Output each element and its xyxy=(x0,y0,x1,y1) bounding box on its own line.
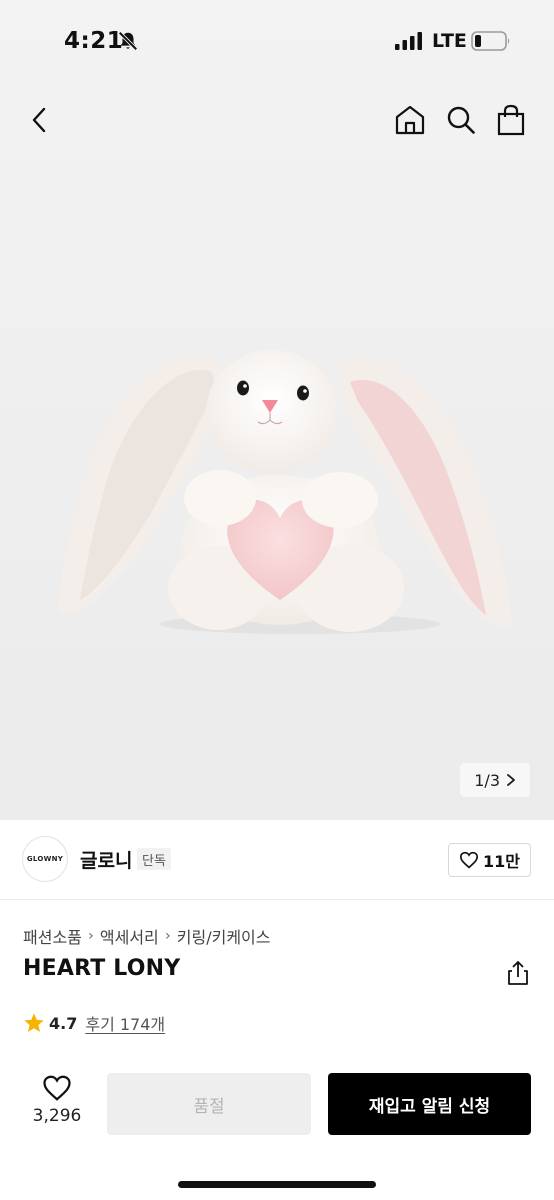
back-icon xyxy=(32,107,46,133)
search-button[interactable] xyxy=(441,100,481,140)
heart-icon xyxy=(459,851,479,869)
search-icon xyxy=(447,106,475,134)
product-image[interactable] xyxy=(40,320,520,640)
bag-icon xyxy=(497,104,525,136)
network-type: LTE xyxy=(432,30,467,52)
breadcrumb: 패션소품 › 액세서리 › 키링/키케이스 xyxy=(23,924,271,948)
restock-notify-button[interactable]: 재입고 알림 신청 xyxy=(328,1073,531,1135)
share-icon[interactable] xyxy=(506,960,530,986)
heart-icon xyxy=(43,1075,71,1101)
exclusive-badge: 단독 xyxy=(137,848,171,870)
home-icon xyxy=(395,105,425,135)
wishlist-button[interactable]: 3,296 xyxy=(26,1074,88,1126)
bottom-action-bar: 3,296 품절 재입고 알림 신청 xyxy=(0,1060,554,1200)
breadcrumb-item[interactable]: 패션소품 xyxy=(23,924,82,948)
home-indicator xyxy=(178,1181,376,1188)
chevron-right-icon xyxy=(507,774,515,786)
signal-icon xyxy=(395,32,422,50)
status-time: 4:21 xyxy=(64,28,124,54)
chevron-right-icon: › xyxy=(164,928,171,944)
rating-row: 4.7 후기 174개 xyxy=(23,1011,165,1035)
brand-row[interactable]: GLOWNY 글로니 단독 11만 xyxy=(0,820,554,900)
brand-like-count: 11만 xyxy=(483,852,520,871)
battery-icon xyxy=(471,31,510,51)
product-title: HEART LONY xyxy=(23,956,181,981)
page-indicator-text: 1/3 xyxy=(474,770,500,790)
chevron-right-icon: › xyxy=(88,928,94,944)
brand-logo[interactable]: GLOWNY xyxy=(22,836,68,882)
breadcrumb-item[interactable]: 액세서리 xyxy=(100,924,159,948)
review-link[interactable]: 후기 174개 xyxy=(85,1011,165,1035)
wish-count: 3,296 xyxy=(32,1106,82,1126)
gallery-page-indicator[interactable]: 1/3 xyxy=(460,763,530,797)
brand-name[interactable]: 글로니 xyxy=(80,846,132,873)
back-button[interactable] xyxy=(20,100,60,140)
cart-button[interactable] xyxy=(491,100,531,140)
star-icon xyxy=(24,1013,44,1032)
product-gallery[interactable]: 4:21 LTE 1/3 xyxy=(0,0,554,820)
status-bar: 4:21 LTE xyxy=(0,0,554,84)
brand-like-button[interactable]: 11만 xyxy=(448,843,531,877)
soldout-button[interactable]: 품절 xyxy=(107,1073,311,1135)
rating-value: 4.7 xyxy=(49,1013,78,1033)
home-button[interactable] xyxy=(390,100,430,140)
bell-slash-icon xyxy=(118,31,138,51)
breadcrumb-item[interactable]: 키링/키케이스 xyxy=(177,924,271,948)
